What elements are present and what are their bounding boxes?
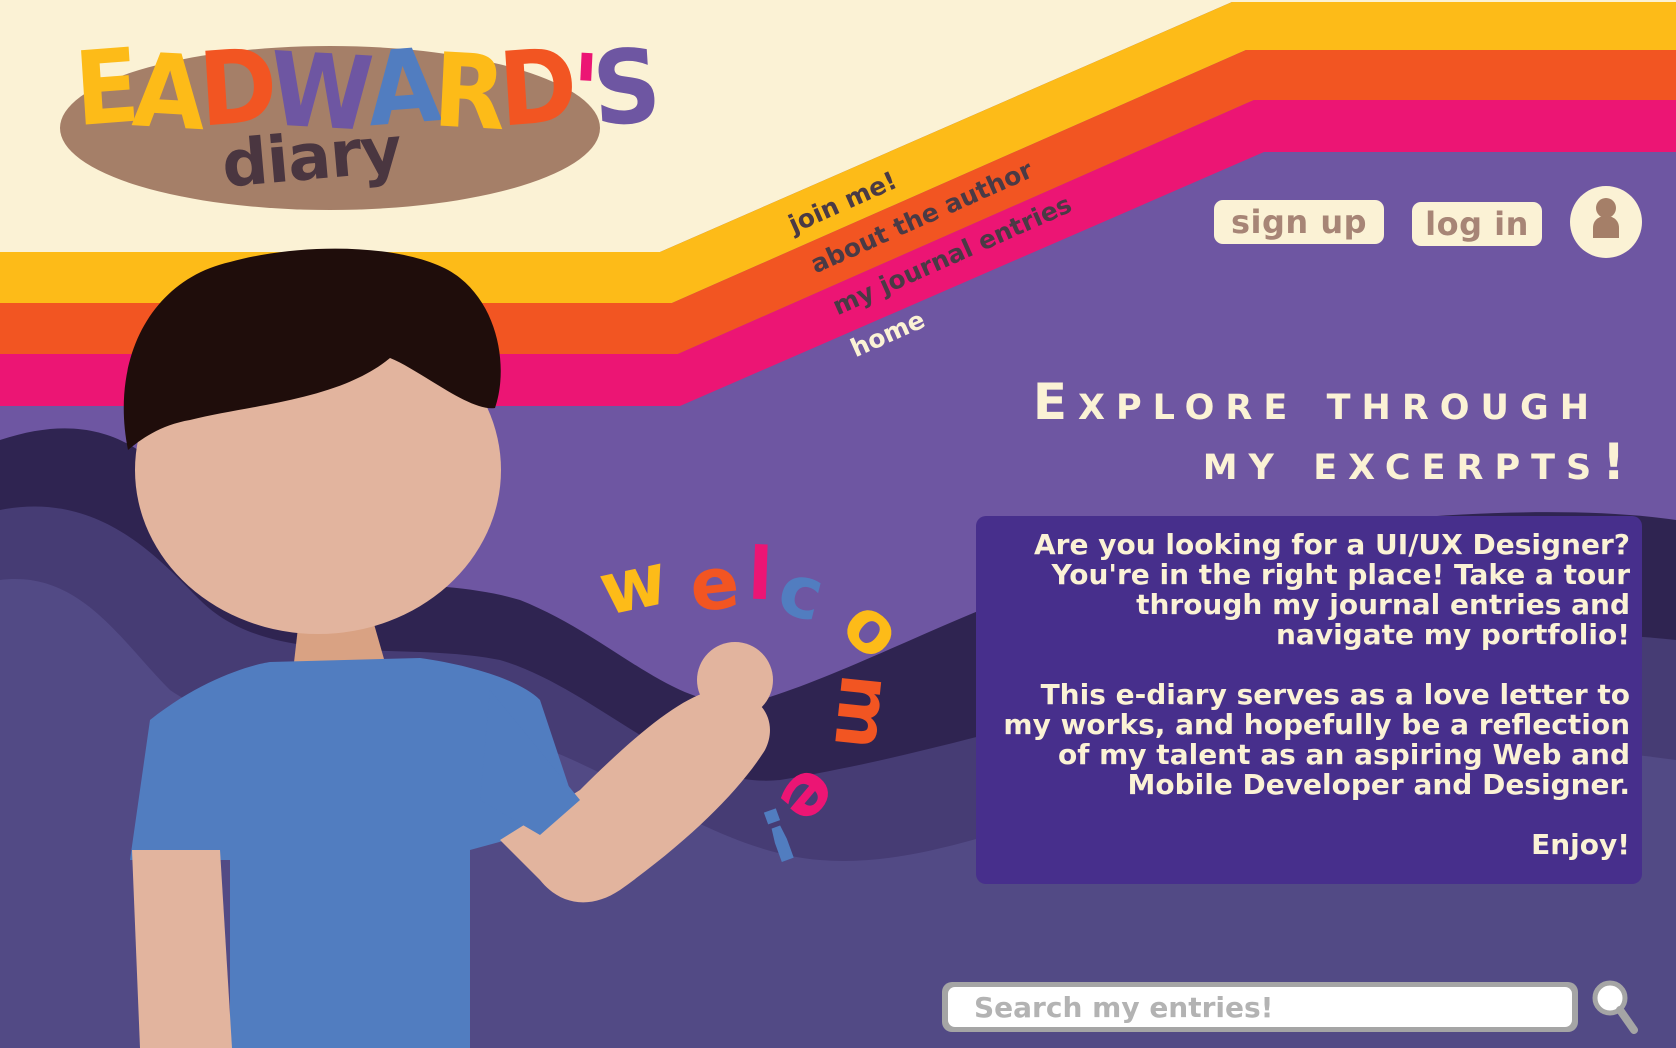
welcome-letter: e xyxy=(685,539,744,629)
magnifier-icon xyxy=(1592,980,1638,1034)
logo-letter: D xyxy=(495,26,575,151)
intro-paragraph: Are you looking for a UI/UX Designer? Yo… xyxy=(1034,528,1630,651)
logo-subtitle: diary xyxy=(219,113,405,203)
welcome-letter: l xyxy=(746,531,775,617)
log-in-button[interactable]: log in xyxy=(1412,202,1542,246)
logo-letter: S xyxy=(589,26,659,151)
logo-letter: R xyxy=(430,31,503,154)
profile-avatar-button[interactable] xyxy=(1570,186,1642,258)
hero-heading-line1: Explore through xyxy=(1032,373,1600,431)
search-bar xyxy=(942,982,1578,1032)
user-icon xyxy=(1593,198,1619,238)
logo-letter: E xyxy=(71,26,137,151)
hero-heading: Explore through my excerpts! xyxy=(1033,372,1636,492)
sign-up-button[interactable]: sign up xyxy=(1214,200,1384,244)
body-paragraph: This e-diary serves as a love letter to … xyxy=(1003,678,1630,801)
search-button[interactable] xyxy=(1592,980,1638,1034)
search-input[interactable] xyxy=(948,987,1572,1027)
hero-heading-line2: my excerpts! xyxy=(1202,433,1636,491)
sign-off-text: Enjoy! xyxy=(1531,828,1630,861)
welcome-letter: m xyxy=(817,670,910,754)
intro-card: Are you looking for a UI/UX Designer? Yo… xyxy=(976,516,1642,884)
logo-letter: A xyxy=(129,31,202,154)
